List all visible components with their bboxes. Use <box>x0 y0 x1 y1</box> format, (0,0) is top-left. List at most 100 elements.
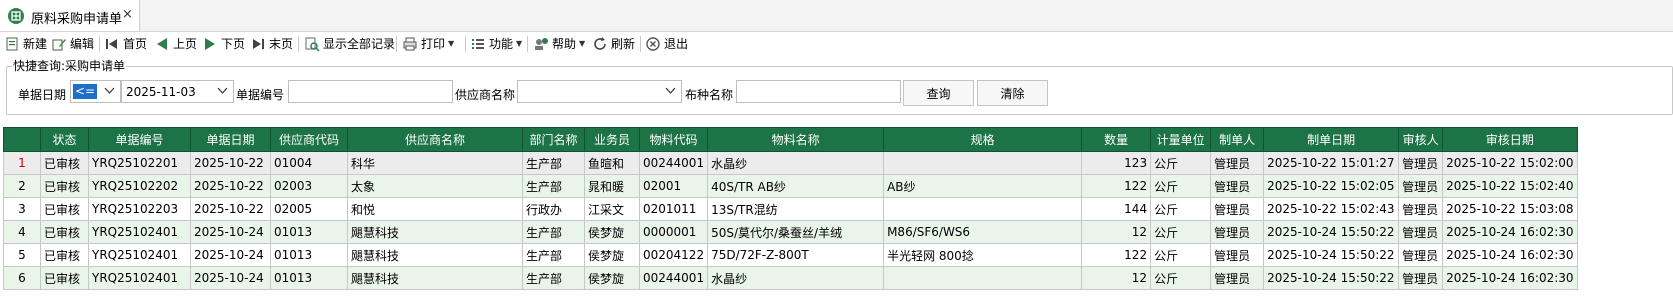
table-cell[interactable]: 2025-10-24 15:50:22 <box>1263 243 1400 267</box>
table-cell[interactable]: 2025-10-22 15:03:08 <box>1442 197 1578 221</box>
prev-page-button[interactable]: 上页 <box>154 33 197 54</box>
table-cell[interactable]: 公斤 <box>1150 220 1212 244</box>
row-number-cell[interactable]: 5 <box>3 243 41 267</box>
table-cell[interactable]: 2025-10-22 15:02:00 <box>1442 151 1578 175</box>
table-cell[interactable]: 侯梦旋 <box>584 220 640 244</box>
table-cell[interactable]: 半光轻网 800捻 <box>883 243 1083 267</box>
column-header[interactable]: 业务员 <box>584 127 640 152</box>
table-row[interactable]: 2 已审核 YRQ25102202 2025-10-22 02003 太象 生产部 晁和暖 02… <box>3 174 1578 198</box>
help-menu-button[interactable]: 帮助 ▼ <box>533 33 585 54</box>
column-header[interactable]: 单据编号 <box>88 127 191 152</box>
table-cell[interactable]: 公斤 <box>1150 151 1212 175</box>
table-cell[interactable]: 50S/莫代尔/桑蚕丝/羊绒 <box>707 220 885 244</box>
column-header[interactable]: 审核日期 <box>1442 127 1578 152</box>
table-cell[interactable]: 江采文 <box>584 197 640 221</box>
table-cell[interactable]: 12 <box>1081 220 1152 244</box>
table-row[interactable]: 5 已审核 YRQ25102401 2025-10-24 01013 飓慧科技 生产部 侯梦旋… <box>3 243 1578 267</box>
table-cell[interactable] <box>883 151 1083 175</box>
table-cell[interactable]: YRQ25102203 <box>88 197 191 221</box>
column-header[interactable]: 制单日期 <box>1263 127 1400 152</box>
tab-close-button[interactable]: × <box>122 7 133 22</box>
table-row[interactable]: 1 已审核 YRQ25102201 2025-10-22 01004 科华 生产部 鱼暄和 00… <box>3 151 1578 175</box>
column-header[interactable]: 物料代码 <box>638 127 709 152</box>
table-cell[interactable]: 行政办 <box>522 197 585 221</box>
table-cell[interactable]: 管理员 <box>1398 220 1444 244</box>
table-cell[interactable]: 00244001 <box>638 151 709 175</box>
table-cell[interactable]: YRQ25102401 <box>88 243 191 267</box>
column-header[interactable]: 状态 <box>40 127 89 152</box>
table-cell[interactable]: 已审核 <box>40 266 89 290</box>
table-cell[interactable]: 飓慧科技 <box>347 220 523 244</box>
column-header[interactable]: 单据日期 <box>190 127 271 152</box>
column-header[interactable]: 物料名称 <box>707 127 885 152</box>
table-cell[interactable]: 2025-10-22 <box>190 197 271 221</box>
table-cell[interactable]: 管理员 <box>1210 266 1265 290</box>
table-row[interactable]: 6 已审核 YRQ25102401 2025-10-24 01013 飓慧科技 生产部 侯梦旋… <box>3 266 1578 290</box>
table-cell[interactable]: 已审核 <box>40 197 89 221</box>
table-cell[interactable]: 飓慧科技 <box>347 243 523 267</box>
table-cell[interactable]: 122 <box>1081 243 1152 267</box>
tab-purchase-request[interactable]: 原料采购申请单 × <box>0 0 140 31</box>
table-cell[interactable]: 侯梦旋 <box>584 243 640 267</box>
column-header[interactable]: 数量 <box>1081 127 1152 152</box>
table-cell[interactable]: 2025-10-24 16:02:30 <box>1442 243 1578 267</box>
table-row[interactable]: 4 已审核 YRQ25102401 2025-10-24 01013 飓慧科技 生产部 侯梦旋… <box>3 220 1578 244</box>
clear-button[interactable]: 清除 <box>977 80 1048 106</box>
table-cell[interactable]: 公斤 <box>1150 174 1212 198</box>
table-cell[interactable]: 科华 <box>347 151 523 175</box>
last-page-button[interactable]: 末页 <box>250 33 293 54</box>
column-header[interactable]: 规格 <box>883 127 1083 152</box>
row-number-cell[interactable]: 1 <box>3 151 41 175</box>
table-cell[interactable]: 生产部 <box>522 151 585 175</box>
table-cell[interactable]: 0000001 <box>638 220 709 244</box>
column-header[interactable]: 部门名称 <box>522 127 585 152</box>
row-number-cell[interactable]: 4 <box>3 220 41 244</box>
row-number-cell[interactable]: 6 <box>3 266 41 290</box>
table-cell[interactable]: M86/SF6/WS6 <box>883 220 1083 244</box>
table-cell[interactable]: 已审核 <box>40 151 89 175</box>
table-cell[interactable] <box>883 197 1083 221</box>
table-cell[interactable]: 和悦 <box>347 197 523 221</box>
supplier-select[interactable] <box>517 80 682 103</box>
table-cell[interactable]: 122 <box>1081 174 1152 198</box>
table-cell[interactable]: 75D/72F-Z-800T <box>707 243 885 267</box>
table-cell[interactable]: 2025-10-24 <box>190 243 271 267</box>
show-all-records-button[interactable]: 显示全部记录 <box>304 33 395 54</box>
table-cell[interactable]: 已审核 <box>40 220 89 244</box>
table-cell[interactable]: 02005 <box>270 197 348 221</box>
table-cell[interactable]: 02001 <box>638 174 709 198</box>
table-cell[interactable]: 01013 <box>270 266 348 290</box>
table-cell[interactable]: 2025-10-24 <box>190 220 271 244</box>
column-header[interactable]: 计量单位 <box>1150 127 1212 152</box>
cloth-input[interactable] <box>736 80 901 103</box>
table-cell[interactable]: YRQ25102202 <box>88 174 191 198</box>
table-cell[interactable]: 管理员 <box>1398 151 1444 175</box>
table-cell[interactable]: 2025-10-22 15:02:40 <box>1442 174 1578 198</box>
table-cell[interactable]: 00244001 <box>638 266 709 290</box>
table-cell[interactable]: 2025-10-24 16:02:30 <box>1442 266 1578 290</box>
table-cell[interactable]: 2025-10-22 <box>190 151 271 175</box>
table-cell[interactable]: 生产部 <box>522 174 585 198</box>
table-cell[interactable]: 管理员 <box>1210 174 1265 198</box>
query-button[interactable]: 查询 <box>903 80 974 106</box>
table-cell[interactable]: 公斤 <box>1150 266 1212 290</box>
table-cell[interactable]: 生产部 <box>522 266 585 290</box>
table-cell[interactable]: 2025-10-24 16:02:30 <box>1442 220 1578 244</box>
table-cell[interactable]: 水晶纱 <box>707 151 885 175</box>
table-cell[interactable]: 02003 <box>270 174 348 198</box>
table-cell[interactable]: 2025-10-24 <box>190 266 271 290</box>
table-row[interactable]: 3 已审核 YRQ25102203 2025-10-22 02005 和悦 行政办 江采文 02… <box>3 197 1578 221</box>
table-cell[interactable]: YRQ25102401 <box>88 220 191 244</box>
table-cell[interactable]: 2025-10-22 <box>190 174 271 198</box>
table-cell[interactable]: 已审核 <box>40 243 89 267</box>
table-cell[interactable]: 管理员 <box>1398 174 1444 198</box>
table-cell[interactable]: 40S/TR AB纱 <box>707 174 885 198</box>
table-cell[interactable]: 生产部 <box>522 243 585 267</box>
table-cell[interactable]: 管理员 <box>1398 266 1444 290</box>
function-menu-button[interactable]: 功能 ▼ <box>470 33 522 54</box>
new-button[interactable]: 新建 <box>4 33 47 54</box>
table-cell[interactable]: 13S/TR混纺 <box>707 197 885 221</box>
table-cell[interactable]: 01013 <box>270 243 348 267</box>
table-cell[interactable]: 生产部 <box>522 220 585 244</box>
table-cell[interactable]: 2025-10-24 15:50:22 <box>1263 220 1400 244</box>
